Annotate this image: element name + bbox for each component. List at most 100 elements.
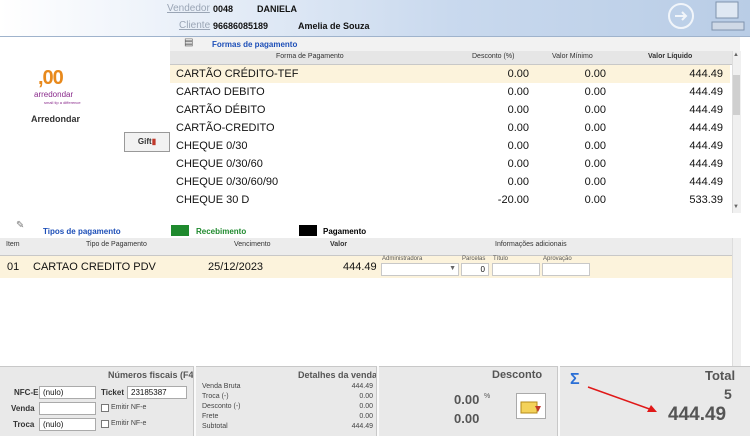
- logo-brand: arredondar: [34, 90, 74, 99]
- cell-minimo: 0.00: [584, 140, 606, 152]
- cliente-label: Cliente: [179, 20, 211, 31]
- emitir-nfe-label-2: Emitir NF-e: [111, 420, 147, 427]
- table-row[interactable]: CHEQUE 0/30/60 0.00 0.00 444.49: [170, 155, 730, 173]
- gift-label: Gift: [137, 137, 152, 146]
- table-row[interactable]: CHEQUE 0/30/60/90 0.00 0.00 444.49: [170, 173, 730, 191]
- nfce-label: NFC-E: [14, 388, 39, 397]
- troca-field[interactable]: (nulo): [39, 418, 96, 431]
- cell-desconto: 0.00: [507, 122, 529, 134]
- cell-liquido: 533.39: [689, 194, 723, 206]
- desconto-value[interactable]: 0.00: [454, 411, 479, 426]
- logo-mark: ,00: [38, 67, 64, 89]
- cell-name: CHEQUE 30 D: [176, 194, 250, 206]
- formas-title: Formas de pagamento: [212, 40, 298, 49]
- emitir-nfe-checkbox-1[interactable]: [101, 404, 109, 412]
- emitir-nfe-label-1: Emitir NF-e: [111, 404, 147, 411]
- emitir-nfe-checkbox-2[interactable]: [101, 420, 109, 428]
- cell-liquido: 444.49: [689, 86, 723, 98]
- cell-name: CARTÃO CRÉDITO-TEF: [176, 68, 299, 80]
- cell-minimo: 0.00: [584, 176, 606, 188]
- table-row[interactable]: CHEQUE 30 D -20.00 0.00 533.39: [170, 191, 730, 209]
- cell-liquido: 444.49: [689, 158, 723, 170]
- cliente-code: 96686085189: [213, 21, 269, 31]
- col-item: Item: [6, 241, 20, 248]
- total-count: 5: [724, 386, 732, 402]
- chevron-down-icon: ▼: [449, 265, 456, 272]
- venda-field[interactable]: [39, 402, 96, 415]
- desconto-percent[interactable]: 0.00: [454, 392, 479, 407]
- cell-desconto: 0.00: [507, 140, 529, 152]
- table-row[interactable]: CARTÃO-CREDITO 0.00 0.00 444.49: [170, 119, 730, 137]
- cell-minimo: 0.00: [584, 158, 606, 170]
- ticket-label: Ticket: [101, 388, 124, 397]
- administradora-select[interactable]: ▼: [381, 263, 459, 276]
- item-vencimento: 25/12/2023: [208, 261, 264, 273]
- cell-name: CARTÃO DÉBITO: [176, 104, 266, 116]
- scroll-up-icon[interactable]: ▲: [733, 52, 739, 58]
- aprovacao-input[interactable]: [542, 263, 590, 276]
- detalhes-value: 0.00: [359, 393, 373, 400]
- detalhes-value: 0.00: [359, 403, 373, 410]
- divider-2: [376, 366, 379, 436]
- formas-title-bar: ▤ Formas de pagamento: [170, 37, 740, 51]
- detalhes-label: Subtotal: [202, 423, 228, 430]
- cell-name: CHEQUE 0/30: [176, 140, 248, 152]
- col-minimo: Valor Mínimo: [552, 53, 593, 60]
- items-table-header: Item Tipo de Pagamento Vencimento Valor …: [0, 238, 741, 256]
- tipos-pagamento-label: Tipos de pagamento: [43, 227, 121, 236]
- venda-label: Venda: [11, 404, 35, 413]
- col-tipo: Tipo de Pagamento: [86, 241, 147, 248]
- troca-label: Troca: [13, 420, 35, 429]
- clipboard-icon: ▤: [184, 37, 194, 48]
- scroll-down-icon[interactable]: ▼: [733, 204, 739, 210]
- divider-1: [193, 366, 196, 436]
- item-number: 01: [7, 261, 20, 273]
- cell-name: CHEQUE 0/30/60: [176, 158, 263, 170]
- arrow-circle-icon[interactable]: [668, 3, 694, 29]
- col-liquido: Valor Líquido: [648, 53, 693, 60]
- divider-3: [557, 366, 560, 436]
- nfce-field[interactable]: (nulo): [39, 386, 96, 399]
- col-forma: Forma de Pagamento: [276, 53, 344, 60]
- cell-minimo: 0.00: [584, 122, 606, 134]
- formas-table-header: Forma de Pagamento Desconto (%) Valor Mí…: [170, 51, 738, 65]
- desconto-title: Desconto: [492, 369, 543, 381]
- legend-strip: ✎ Tipos de pagamento Recebimento Pagamen…: [0, 220, 750, 238]
- ticket-field[interactable]: 23185387: [127, 386, 187, 399]
- table-row[interactable]: 01 CARTAO CREDITO PDV 25/12/2023 444.49 …: [0, 256, 741, 278]
- table-row[interactable]: CARTÃO CRÉDITO-TEF 0.00 0.00 444.49: [170, 65, 730, 83]
- col-valor: Valor: [330, 241, 348, 248]
- computer-icon: [704, 0, 750, 34]
- cell-name: CHEQUE 0/30/60/90: [176, 176, 279, 188]
- titulo-input[interactable]: [492, 263, 540, 276]
- cell-desconto: 0.00: [507, 176, 529, 188]
- parcelas-input[interactable]: 0: [461, 263, 489, 276]
- desconto-button[interactable]: [516, 393, 546, 419]
- cell-liquido: 444.49: [689, 176, 723, 188]
- detalhes-label: Frete: [202, 413, 219, 420]
- table-row[interactable]: CARTAO DEBITO 0.00 0.00 444.49: [170, 83, 730, 101]
- titulo-label: Título: [493, 256, 509, 262]
- logo-area: ,00 arredondar small tip a difference Ar…: [0, 37, 170, 225]
- gift-icon: ▮: [151, 137, 157, 146]
- cell-minimo: 0.00: [584, 68, 606, 80]
- vendedor-name: DANIELA: [257, 4, 297, 14]
- cell-desconto: 0.00: [507, 86, 529, 98]
- table-row[interactable]: CARTÃO DÉBITO 0.00 0.00 444.49: [170, 101, 730, 119]
- aprovacao-label: Aprovação: [543, 256, 572, 262]
- formas-scroll-thumb[interactable]: [733, 75, 740, 115]
- cell-desconto: 0.00: [507, 158, 529, 170]
- fiscais-title: Números fiscais (F4): [108, 370, 197, 380]
- header-bar: Vendedor 0048 DANIELA Cliente 9668608518…: [0, 0, 750, 37]
- item-valor: 444.49: [343, 261, 377, 273]
- vendedor-code: 0048: [213, 4, 234, 14]
- cell-minimo: 0.00: [584, 86, 606, 98]
- items-scrollbar[interactable]: [732, 238, 741, 366]
- arredondar-label: Arredondar: [31, 114, 81, 124]
- col-desconto: Desconto (%): [472, 53, 515, 60]
- recebimento-label: Recebimento: [196, 227, 247, 236]
- table-row[interactable]: CHEQUE 0/30 0.00 0.00 444.49: [170, 137, 730, 155]
- detalhes-title: Detalhes da venda: [298, 370, 378, 380]
- gift-button[interactable]: Gift▮: [124, 132, 170, 152]
- folder-arrow-icon: [520, 401, 541, 414]
